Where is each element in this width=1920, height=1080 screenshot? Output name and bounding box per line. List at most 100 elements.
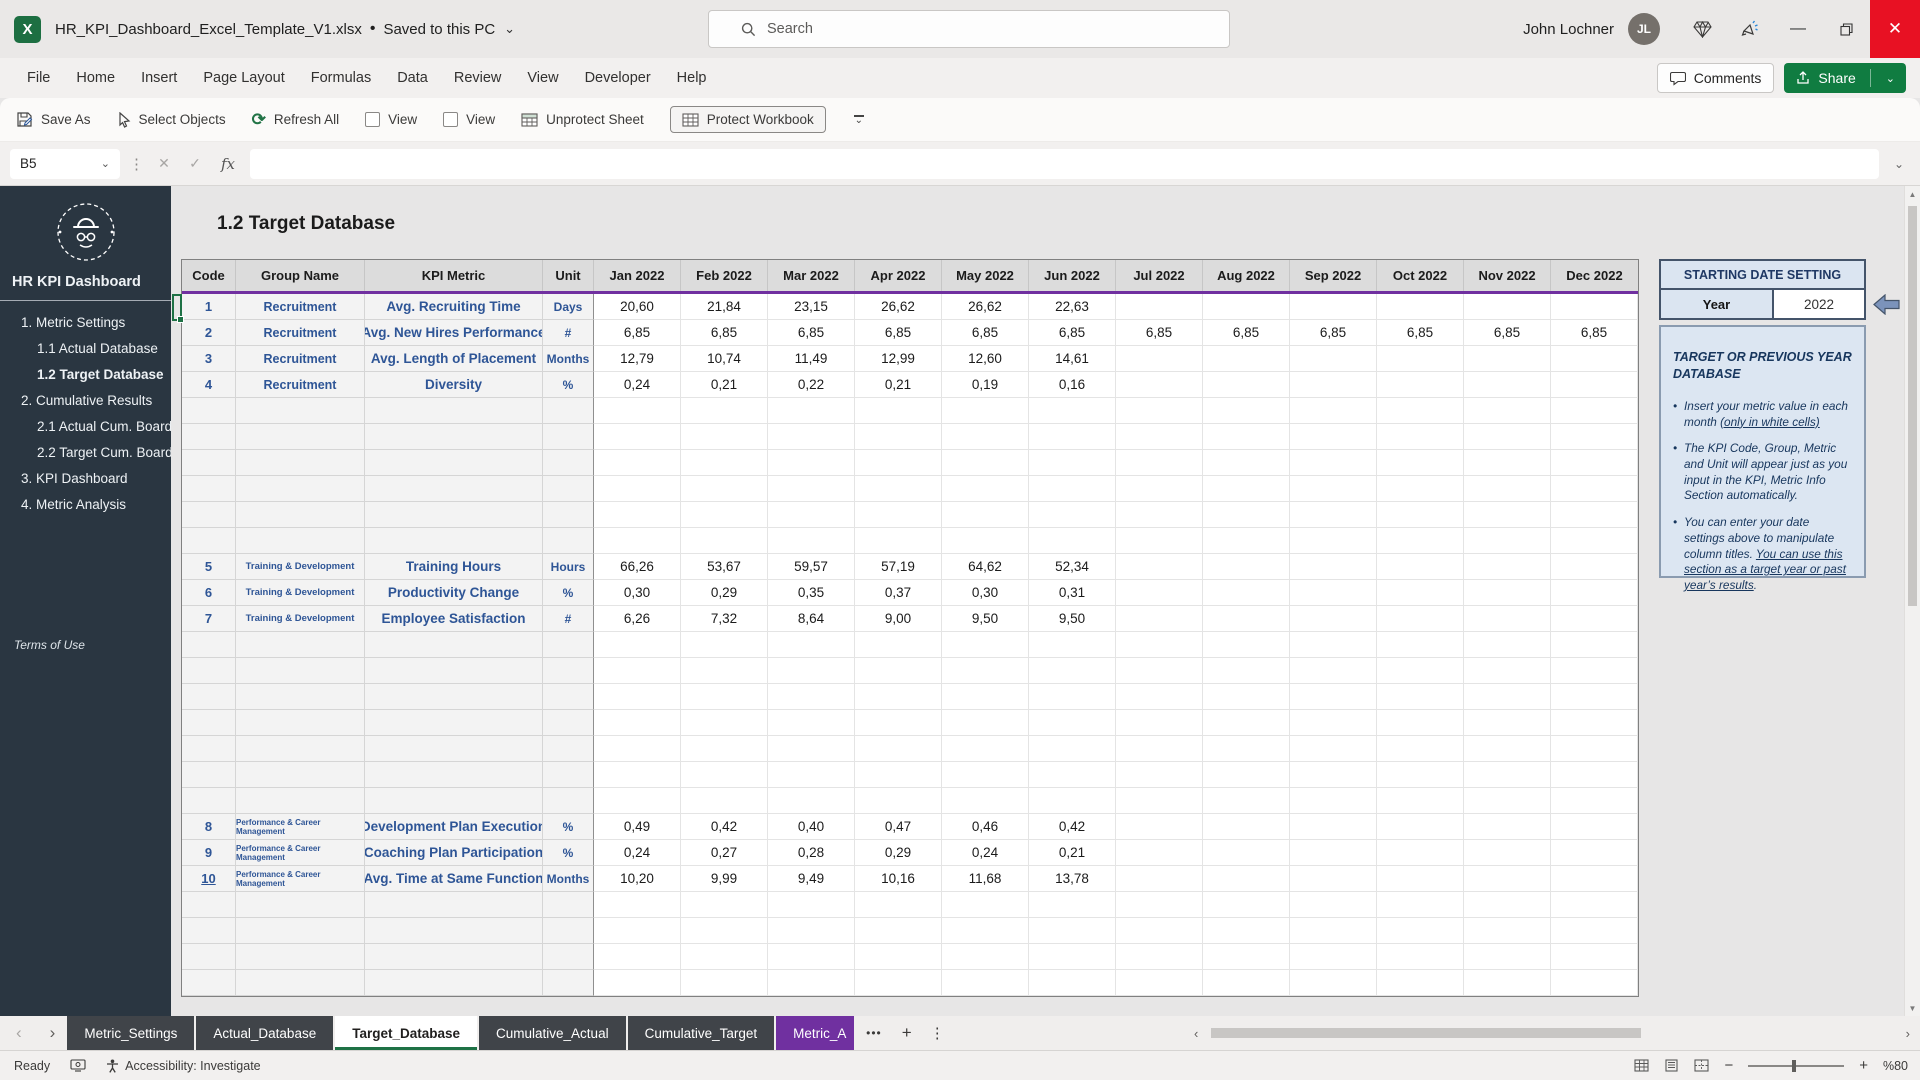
- cell-value[interactable]: 9,99: [681, 866, 768, 892]
- cell-value[interactable]: [1464, 606, 1551, 632]
- cell-value[interactable]: [1203, 294, 1290, 320]
- cell-group[interactable]: [236, 918, 365, 944]
- cell-value[interactable]: [681, 476, 768, 502]
- cell-value[interactable]: [1377, 346, 1464, 372]
- cell-value[interactable]: [594, 944, 681, 970]
- cell-value[interactable]: [768, 970, 855, 996]
- cell-value[interactable]: [942, 710, 1029, 736]
- cell-value[interactable]: [1377, 684, 1464, 710]
- cell-unit[interactable]: Months: [543, 346, 594, 372]
- cell-value[interactable]: [1290, 788, 1377, 814]
- zoom-slider-thumb[interactable]: [1792, 1059, 1797, 1072]
- saved-status-chevron-icon[interactable]: ⌄: [504, 21, 515, 37]
- cell-value[interactable]: 6,85: [942, 320, 1029, 346]
- cell-unit[interactable]: [543, 788, 594, 814]
- cell-group[interactable]: Performance & Career Management: [236, 866, 365, 892]
- cell-value[interactable]: [1551, 814, 1638, 840]
- cell-value[interactable]: [1290, 346, 1377, 372]
- cell-value[interactable]: [855, 892, 942, 918]
- cell-value[interactable]: 21,84: [681, 294, 768, 320]
- cell-code[interactable]: [182, 658, 236, 684]
- cell-unit[interactable]: [543, 398, 594, 424]
- cell-value[interactable]: [768, 450, 855, 476]
- cell-value[interactable]: [1290, 424, 1377, 450]
- cell-value[interactable]: 0,28: [768, 840, 855, 866]
- selected-cell-outline[interactable]: [172, 294, 184, 323]
- cell-value[interactable]: [1203, 892, 1290, 918]
- prev-sheet-icon[interactable]: ‹: [16, 1023, 22, 1043]
- cell-code[interactable]: 6: [182, 580, 236, 606]
- cell-value[interactable]: [1551, 892, 1638, 918]
- cell-value[interactable]: 0,21: [1029, 840, 1116, 866]
- cell-group[interactable]: Recruitment: [236, 372, 365, 398]
- sheet-tab-target_database[interactable]: Target_Database: [335, 1016, 478, 1050]
- cell-value[interactable]: [768, 736, 855, 762]
- checkbox-icon[interactable]: [443, 112, 459, 127]
- cell-value[interactable]: [1551, 840, 1638, 866]
- cell-code[interactable]: 7: [182, 606, 236, 632]
- cell-value[interactable]: [1464, 866, 1551, 892]
- cell-code[interactable]: [182, 528, 236, 554]
- cell-metric[interactable]: [365, 632, 543, 658]
- cell-value[interactable]: [1464, 632, 1551, 658]
- cell-value[interactable]: [1290, 450, 1377, 476]
- cell-value[interactable]: [855, 502, 942, 528]
- cell-value[interactable]: [1029, 944, 1116, 970]
- cell-group[interactable]: [236, 528, 365, 554]
- cell-unit[interactable]: [543, 450, 594, 476]
- cell-value[interactable]: 6,85: [594, 320, 681, 346]
- avatar[interactable]: JL: [1628, 13, 1660, 45]
- cell-value[interactable]: [1116, 866, 1203, 892]
- cell-value[interactable]: 20,60: [594, 294, 681, 320]
- cell-value[interactable]: [1290, 944, 1377, 970]
- enter-formula-icon[interactable]: ✓: [184, 155, 206, 172]
- save-as-button[interactable]: Save As: [16, 111, 91, 128]
- cell-unit[interactable]: %: [543, 840, 594, 866]
- cell-value[interactable]: [1290, 528, 1377, 554]
- cell-value[interactable]: [1290, 736, 1377, 762]
- cell-value[interactable]: [1464, 398, 1551, 424]
- cell-value[interactable]: 0,24: [594, 372, 681, 398]
- cell-value[interactable]: [1116, 424, 1203, 450]
- cell-code[interactable]: [182, 892, 236, 918]
- cell-metric[interactable]: [365, 502, 543, 528]
- horizontal-scrollbar-thumb[interactable]: [1211, 1028, 1642, 1038]
- cell-value[interactable]: [681, 424, 768, 450]
- cell-value[interactable]: 0,42: [681, 814, 768, 840]
- cell-value[interactable]: [1464, 294, 1551, 320]
- zoom-out-button[interactable]: −: [1724, 1057, 1733, 1074]
- sidebar-item[interactable]: 2. Cumulative Results: [0, 388, 171, 414]
- cell-unit[interactable]: %: [543, 580, 594, 606]
- cell-metric[interactable]: [365, 476, 543, 502]
- cell-value[interactable]: [1029, 528, 1116, 554]
- cell-value[interactable]: [1203, 554, 1290, 580]
- cell-value[interactable]: [1464, 788, 1551, 814]
- cell-value[interactable]: 9,00: [855, 606, 942, 632]
- record-macro-icon[interactable]: [70, 1059, 86, 1072]
- cell-value[interactable]: [1551, 684, 1638, 710]
- cell-value[interactable]: [1377, 450, 1464, 476]
- cell-value[interactable]: [1116, 294, 1203, 320]
- cell-value[interactable]: 6,26: [594, 606, 681, 632]
- cell-value[interactable]: [768, 476, 855, 502]
- cell-value[interactable]: 26,62: [942, 294, 1029, 320]
- cell-value[interactable]: [1203, 632, 1290, 658]
- cell-value[interactable]: 0,21: [681, 372, 768, 398]
- cell-value[interactable]: [1203, 710, 1290, 736]
- cell-value[interactable]: [1290, 814, 1377, 840]
- next-sheet-icon[interactable]: ›: [50, 1023, 56, 1043]
- cell-value[interactable]: [594, 502, 681, 528]
- cell-value[interactable]: [942, 736, 1029, 762]
- cell-value[interactable]: [1377, 736, 1464, 762]
- cell-value[interactable]: [1464, 554, 1551, 580]
- restore-button[interactable]: [1822, 0, 1870, 58]
- cell-value[interactable]: 10,16: [855, 866, 942, 892]
- cell-group[interactable]: Recruitment: [236, 320, 365, 346]
- cell-value[interactable]: [681, 450, 768, 476]
- cell-unit[interactable]: [543, 476, 594, 502]
- cell-value[interactable]: [1116, 398, 1203, 424]
- share-button[interactable]: Share ⌄: [1784, 63, 1906, 93]
- cell-unit[interactable]: [543, 736, 594, 762]
- cell-code[interactable]: [182, 424, 236, 450]
- cell-value[interactable]: [1464, 970, 1551, 996]
